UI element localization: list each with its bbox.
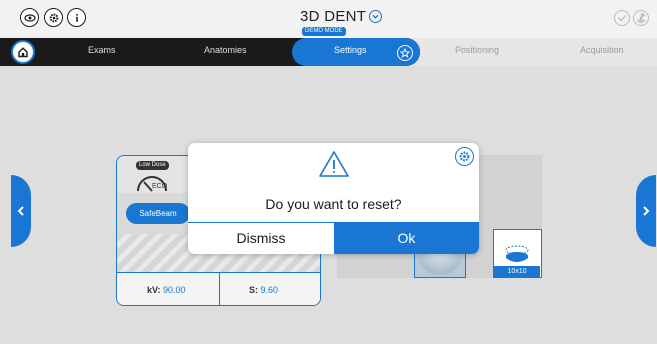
star-icon[interactable]	[397, 45, 413, 61]
radiation-icon[interactable]	[633, 10, 649, 26]
home-button[interactable]	[11, 40, 35, 64]
kv-value[interactable]: kV: 90.00	[147, 285, 186, 295]
demo-mode-badge: DEMO MODE	[302, 27, 346, 36]
fov-size-label: 10x10	[494, 266, 540, 277]
app-title: 3D DENT	[300, 8, 367, 25]
info-icon[interactable]	[67, 8, 86, 27]
reset-confirm-dialog: Do you want to reset? Dismiss Ok	[188, 143, 479, 254]
exposure-values: kV: 90.00 S: 9.60	[117, 272, 320, 305]
chevron-left-icon	[17, 206, 24, 216]
chevron-down-icon[interactable]	[369, 10, 382, 23]
tab-settings[interactable]: Settings	[334, 45, 367, 55]
fov-option-selected[interactable]: 10x10	[493, 229, 542, 278]
check-circle-icon[interactable]	[614, 10, 630, 26]
next-step-button[interactable]	[636, 175, 656, 247]
ok-button[interactable]: Ok	[334, 223, 479, 254]
gear-icon[interactable]	[44, 8, 63, 27]
chevron-right-icon	[643, 206, 650, 216]
previous-step-button[interactable]	[11, 175, 31, 247]
safebeam-button[interactable]: SafeBeam	[126, 203, 190, 224]
tab-exams[interactable]: Exams	[88, 45, 116, 55]
s-label: S:	[249, 285, 258, 295]
low-dose-badge: Low Dose	[136, 161, 169, 170]
tab-acquisition[interactable]: Acquisition	[580, 45, 624, 55]
top-bar: 3D DENT DEMO MODE	[0, 0, 657, 38]
tab-positioning[interactable]: Positioning	[455, 45, 499, 55]
tab-anatomies[interactable]: Anatomies	[204, 45, 247, 55]
kv-label: kV:	[147, 285, 161, 295]
warning-icon	[319, 151, 349, 177]
cylinder-icon	[505, 245, 529, 262]
dialog-message: Do you want to reset?	[265, 196, 402, 212]
s-value[interactable]: S: 9.60	[249, 285, 278, 295]
eco-label: ECO	[152, 183, 168, 190]
divider	[219, 273, 220, 305]
home-icon	[18, 47, 28, 58]
eye-icon[interactable]	[20, 8, 39, 27]
eco-gauge-icon: ECO	[137, 176, 168, 192]
gear-icon[interactable]	[455, 147, 474, 166]
s-number: 9.60	[260, 285, 279, 295]
dialog-actions: Dismiss Ok	[188, 222, 479, 254]
workflow-navbar: Exams Anatomies Settings Positioning Acq…	[0, 38, 657, 66]
dismiss-button[interactable]: Dismiss	[188, 223, 334, 254]
kv-number: 90.00	[163, 285, 186, 295]
